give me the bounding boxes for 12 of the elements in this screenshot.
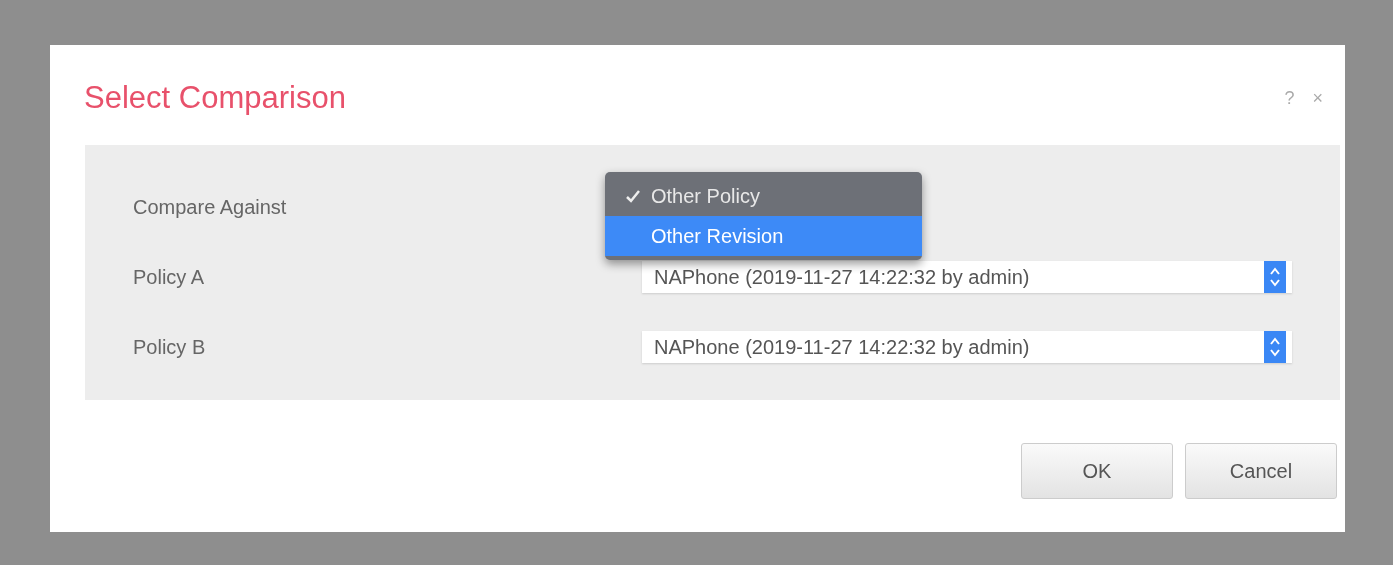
cancel-button[interactable]: Cancel xyxy=(1185,443,1337,499)
field-label: Policy B xyxy=(133,335,206,359)
field-label: Policy A xyxy=(133,265,205,289)
policy-select[interactable]: NAPhone (2019-11-27 14:22:32 by admin) xyxy=(642,261,1292,293)
dialog-title: Select Comparison xyxy=(84,80,346,116)
ok-button[interactable]: OK xyxy=(1021,443,1173,499)
menu-item[interactable]: Other Policy xyxy=(605,176,922,216)
field-label: Compare Against xyxy=(133,195,287,219)
menu-item[interactable]: Other Revision xyxy=(605,216,922,256)
stepper-icon xyxy=(1270,336,1280,358)
policy-select[interactable]: NAPhone (2019-11-27 14:22:32 by admin) xyxy=(642,331,1292,363)
stepper-icon xyxy=(1270,266,1280,288)
